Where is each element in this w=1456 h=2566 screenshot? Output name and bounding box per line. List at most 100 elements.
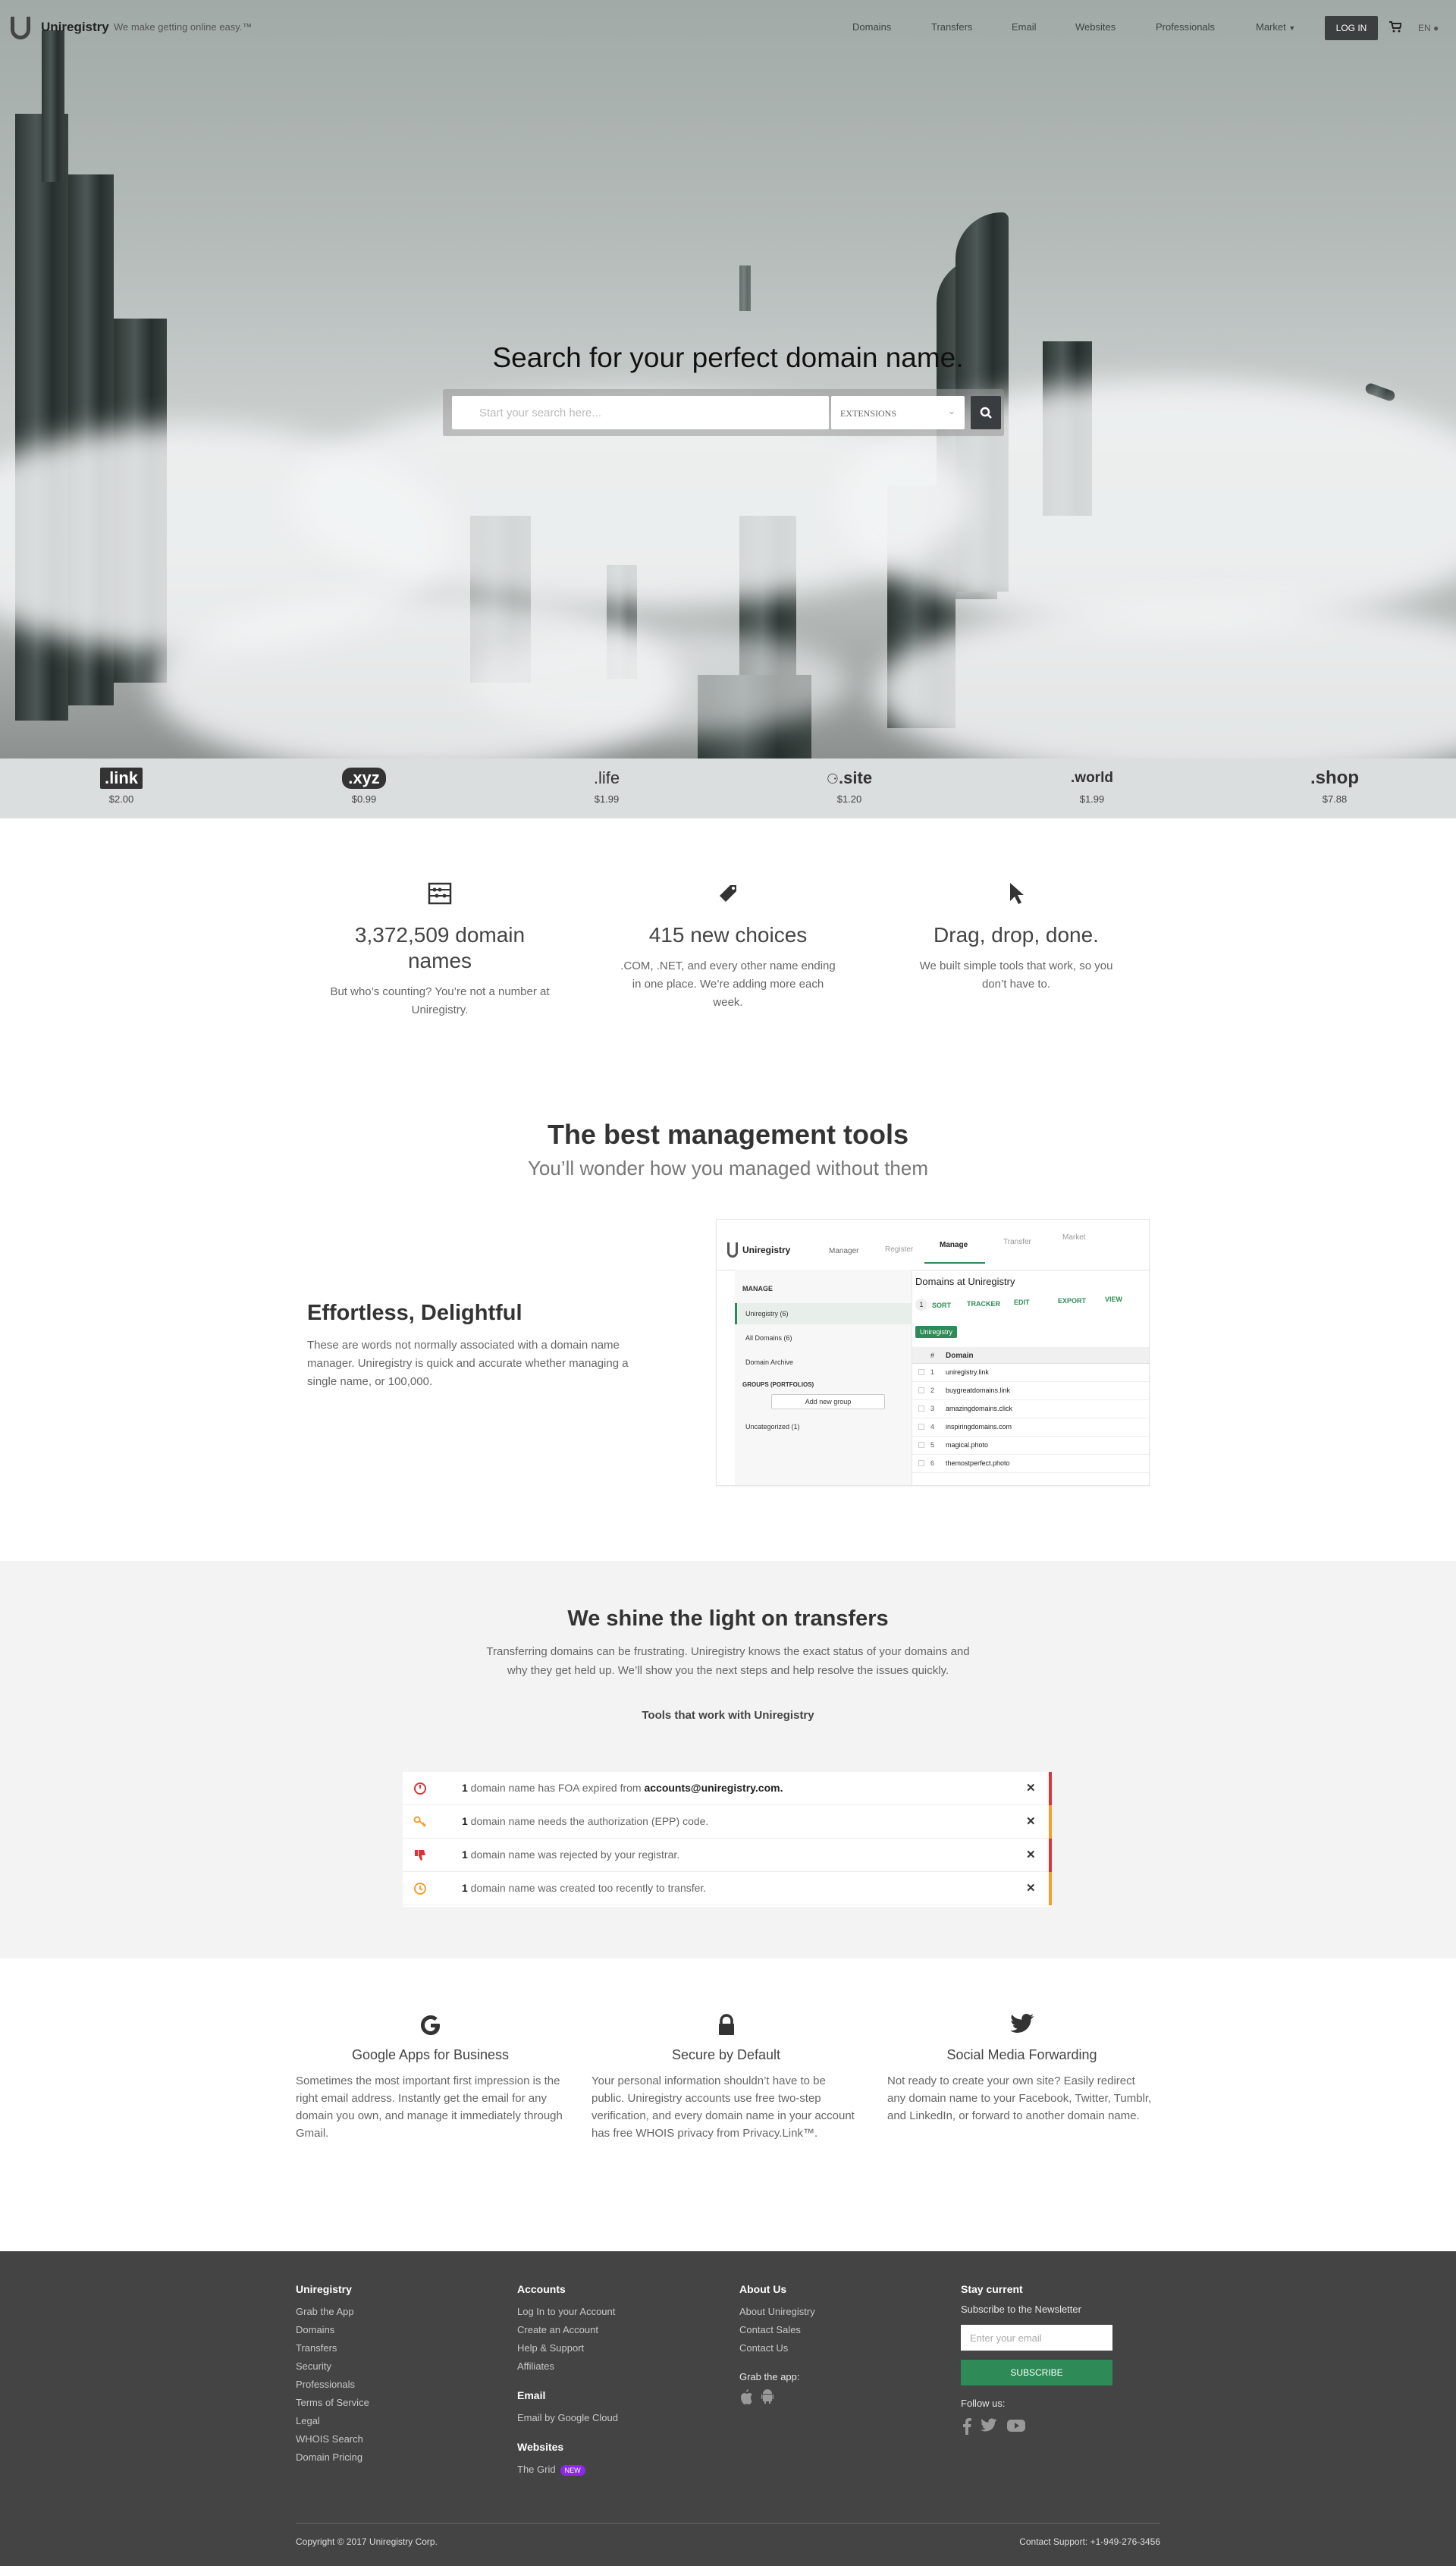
footer-link[interactable]: Transfers <box>296 2339 369 2357</box>
close-icon[interactable]: ✕ <box>1026 1781 1036 1795</box>
footer-link[interactable]: Professionals <box>296 2376 369 2394</box>
nav-market-label: Market <box>1256 21 1286 33</box>
alert-text: domain name needs the authorization (EPP… <box>467 1815 709 1827</box>
facebook-icon[interactable] <box>962 2418 971 2435</box>
brand-name[interactable]: Uniregistry <box>41 20 109 35</box>
close-icon[interactable]: ✕ <box>1026 1848 1036 1861</box>
footer-heading: Email <box>517 2389 546 2401</box>
footer-link[interactable]: Domain Pricing <box>296 2448 369 2467</box>
uniregistry-logo-icon <box>727 1242 738 1258</box>
login-button[interactable]: LOG IN <box>1325 16 1378 40</box>
footer-link[interactable]: Domains <box>296 2321 369 2339</box>
uniregistry-logo-icon[interactable] <box>11 17 30 39</box>
newsletter-email-input[interactable] <box>961 2325 1112 2351</box>
footer <box>0 2251 1456 2566</box>
footer-heading: Accounts <box>517 2283 566 2295</box>
tld-item[interactable]: .shop $7.88 <box>1259 768 1410 805</box>
subscribe-button[interactable]: SUBSCRIBE <box>961 2360 1112 2385</box>
twitter-icon[interactable] <box>981 2418 997 2433</box>
tld-price-strip: .link $2.00 .xyz $0.99 .life $1.99 ⚆.site $1… <box>0 758 1456 818</box>
nav-domains[interactable]: Domains <box>852 21 891 33</box>
shot-row-domain: uniregistry.link <box>946 1368 989 1376</box>
tld-item[interactable]: ⚆.site $1.20 <box>774 768 925 805</box>
shot-table-row: 5 magical.photo <box>912 1437 1149 1455</box>
skyscraper-image <box>739 265 751 311</box>
shot-add-group: Add new group <box>771 1394 885 1409</box>
shot-row-domain: themostperfect.photo <box>946 1459 1010 1467</box>
footer-link[interactable]: Email by Google Cloud <box>517 2409 618 2427</box>
alert-status-bar <box>1049 1772 1052 1805</box>
close-icon[interactable]: ✕ <box>1026 1814 1036 1828</box>
footer-link[interactable]: Grab the App <box>296 2303 369 2321</box>
transfer-alerts-list: 1 domain name has FOA expired from accou… <box>403 1772 1052 1907</box>
tld-item[interactable]: .link $2.00 <box>46 768 197 805</box>
close-icon[interactable]: ✕ <box>1026 1881 1036 1895</box>
follow-label: Follow us: <box>961 2398 1006 2409</box>
shot-row-checkbox <box>918 1442 924 1448</box>
footer-app-label: Grab the app: <box>739 2371 800 2382</box>
tld-price: $7.88 <box>1322 793 1348 805</box>
search-button[interactable] <box>971 396 1001 429</box>
shot-table-row: 3 amazingdomains.click <box>912 1400 1149 1418</box>
tld-item[interactable]: .xyz $0.99 <box>288 768 440 805</box>
tag-icon <box>618 880 838 907</box>
shot-table-row: 1 uniregistry.link <box>912 1364 1149 1382</box>
service-title: Social Media Forwarding <box>946 2047 1097 2062</box>
shot-row-checkbox <box>918 1387 924 1393</box>
footer-col-about: About Us About Uniregistry Contact Sales… <box>739 2283 815 2404</box>
newsletter-label: Subscribe to the Newsletter <box>961 2304 1081 2315</box>
tld-price: $1.99 <box>1079 793 1105 805</box>
transfers-text: Transferring domains can be frustrating.… <box>486 1645 970 1677</box>
shot-brand: Uniregistry <box>742 1245 791 1255</box>
alert-status-bar <box>1049 1839 1052 1872</box>
nav-market[interactable]: Market ▼ <box>1256 21 1295 33</box>
nav-professionals[interactable]: Professionals <box>1156 21 1215 33</box>
shot-toolbar-item: TRACKER <box>967 1300 1000 1308</box>
tld-item[interactable]: .world $1.99 <box>1016 768 1168 805</box>
manager-screenshot: Uniregistry Manager Register Manage Tran… <box>716 1219 1150 1486</box>
youtube-icon[interactable] <box>1007 2418 1025 2433</box>
new-badge: NEW <box>560 2464 585 2476</box>
domain-search-input[interactable] <box>452 396 829 429</box>
service-social-forwarding: Social Media Forwarding Not ready to cre… <box>887 2014 1156 2125</box>
nav-email[interactable]: Email <box>1012 21 1037 33</box>
copyright: Copyright © 2017 Uniregistry Corp. <box>296 2536 438 2547</box>
footer-link[interactable]: Create an Account <box>517 2321 618 2339</box>
service-text: Not ready to create your own site? Easil… <box>887 2074 1152 2122</box>
tld-item[interactable]: .life $1.99 <box>531 768 682 805</box>
footer-link[interactable]: Help & Support <box>517 2339 618 2357</box>
footer-link[interactable]: Contact Us <box>739 2339 815 2357</box>
footer-link[interactable]: Terms of Service <box>296 2394 369 2412</box>
top-navigation: Uniregistry We make getting online easy.… <box>0 0 1456 55</box>
footer-link[interactable]: Contact Sales <box>739 2321 815 2339</box>
footer-link[interactable]: Security <box>296 2357 369 2376</box>
footer-col-stay-current: Stay current <box>961 2283 1023 2303</box>
google-icon <box>296 2014 565 2040</box>
shot-sidebar-item: Uniregistry (6) <box>745 1310 789 1318</box>
footer-link[interactable]: Affiliates <box>517 2357 618 2376</box>
footer-link[interactable]: About Uniregistry <box>739 2303 815 2321</box>
shot-sidebar: MANAGE Uniregistry (6) All Domains (6) D… <box>735 1270 912 1485</box>
lock-icon <box>592 2014 861 2040</box>
feature-title: Drag, drop, done. <box>934 923 1099 947</box>
search-icon <box>980 407 992 419</box>
footer-col-accounts: Accounts Log In to your Account Create a… <box>517 2283 618 2479</box>
cart-icon[interactable] <box>1389 21 1403 36</box>
extensions-select[interactable]: EXTENSIONS ⌄ <box>831 396 965 429</box>
footer-link[interactable]: Legal <box>296 2412 369 2430</box>
alert-email[interactable]: accounts@uniregistry.com. <box>644 1782 783 1794</box>
footer-link-the-grid[interactable]: The Grid NEW <box>517 2461 618 2479</box>
footer-link[interactable]: WHOIS Search <box>296 2430 369 2448</box>
android-icon[interactable] <box>761 2389 774 2404</box>
footer-heading: Uniregistry <box>296 2283 352 2295</box>
twitter-icon <box>887 2014 1156 2040</box>
language-selector[interactable]: EN ● <box>1418 23 1439 33</box>
nav-websites[interactable]: Websites <box>1075 21 1116 33</box>
footer-col-uniregistry: Uniregistry Grab the App Domains Transfe… <box>296 2283 369 2467</box>
apple-icon[interactable] <box>739 2389 753 2404</box>
nav-transfers[interactable]: Transfers <box>931 21 972 33</box>
chevron-down-icon: ⌄ <box>947 406 956 416</box>
tld-price: $2.00 <box>108 793 134 805</box>
footer-link[interactable]: Log In to your Account <box>517 2303 618 2321</box>
cursor-icon <box>906 880 1126 907</box>
